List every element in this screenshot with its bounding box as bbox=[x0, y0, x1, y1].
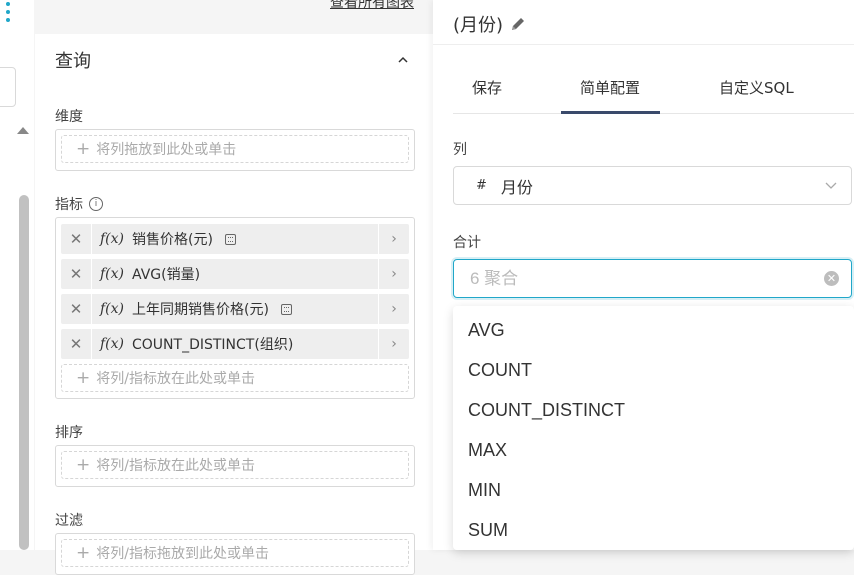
view-all-charts-link[interactable]: 查看所有图表 bbox=[330, 0, 414, 12]
function-icon: f(x) bbox=[100, 266, 125, 282]
sort-placeholder: 将列/指标放在此处或单击 bbox=[96, 458, 255, 474]
column-select[interactable]: # 月份 bbox=[453, 166, 852, 205]
active-tab-indicator bbox=[561, 111, 660, 114]
column-label: 列 bbox=[453, 142, 467, 158]
info-icon[interactable]: i bbox=[89, 197, 103, 211]
filter-zone[interactable]: + 将列/指标拖放到此处或单击 bbox=[55, 533, 415, 575]
pencil-icon[interactable] bbox=[509, 15, 527, 33]
metrics-dropzone[interactable]: + 将列/指标放在此处或单击 bbox=[61, 364, 409, 392]
chevron-right-icon[interactable]: › bbox=[378, 294, 409, 324]
plus-icon: + bbox=[76, 543, 91, 563]
metric-item[interactable]: ✕ f(x) 销售价格(元) › bbox=[61, 224, 409, 254]
plus-icon: + bbox=[76, 139, 91, 159]
metrics-label: 指标 bbox=[55, 197, 83, 213]
metric-label: 销售价格(元) bbox=[132, 232, 213, 248]
metric-item[interactable]: ✕ f(x) 上年同期销售价格(元) › bbox=[61, 294, 409, 324]
divider bbox=[433, 44, 854, 45]
remove-icon[interactable]: ✕ bbox=[61, 224, 92, 254]
popover-title-row[interactable]: (月份) bbox=[453, 11, 527, 37]
filter-placeholder: 将列/指标拖放到此处或单击 bbox=[96, 546, 269, 562]
calculator-icon bbox=[280, 303, 292, 315]
scroll-up-icon[interactable] bbox=[17, 127, 29, 134]
sort-zone[interactable]: + 将列/指标放在此处或单击 bbox=[55, 445, 415, 487]
calculator-icon bbox=[224, 233, 236, 245]
dimensions-placeholder: 将列拖放到此处或单击 bbox=[96, 142, 237, 158]
option-max[interactable]: MAX bbox=[453, 426, 854, 466]
option-avg[interactable]: AVG bbox=[453, 306, 854, 346]
metrics-zone: ✕ f(x) 销售价格(元) › ✕ f(x) AVG(销量) › ✕ f(x)… bbox=[55, 217, 415, 399]
query-title: 查询 bbox=[55, 51, 91, 72]
metrics-placeholder: 将列/指标放在此处或单击 bbox=[96, 371, 255, 387]
dimensions-dropzone[interactable]: + 将列拖放到此处或单击 bbox=[61, 135, 409, 163]
option-count-distinct[interactable]: COUNT_DISTINCT bbox=[453, 386, 854, 426]
hash-icon: # bbox=[476, 178, 487, 193]
popover-arrow bbox=[425, 389, 433, 405]
clear-icon[interactable]: ✕ bbox=[824, 271, 839, 286]
chevron-right-icon[interactable]: › bbox=[378, 259, 409, 289]
dimensions-zone[interactable]: + 将列拖放到此处或单击 bbox=[55, 129, 415, 171]
left-input-edge[interactable] bbox=[0, 67, 16, 107]
aggregate-label: 合计 bbox=[453, 235, 481, 251]
plus-icon: + bbox=[76, 455, 91, 475]
remove-icon[interactable]: ✕ bbox=[61, 329, 92, 359]
chevron-right-icon[interactable]: › bbox=[378, 224, 409, 254]
metric-label: AVG(销量) bbox=[132, 267, 201, 283]
more-vertical-icon[interactable] bbox=[4, 0, 14, 30]
metrics-label-row: 指标 i bbox=[55, 194, 103, 214]
filter-dropzone[interactable]: + 将列/指标拖放到此处或单击 bbox=[61, 539, 409, 567]
function-icon: f(x) bbox=[100, 336, 125, 352]
metric-item[interactable]: ✕ f(x) COUNT_DISTINCT(组织) › bbox=[61, 329, 409, 359]
plus-icon: + bbox=[76, 368, 91, 388]
aggregate-select[interactable]: ✕ bbox=[453, 259, 852, 298]
filter-label: 过滤 bbox=[55, 513, 83, 529]
aggregate-dropdown: AVG COUNT COUNT_DISTINCT MAX MIN SUM bbox=[453, 306, 854, 550]
sort-dropzone[interactable]: + 将列/指标放在此处或单击 bbox=[61, 451, 409, 479]
tab-save[interactable]: 保存 bbox=[472, 77, 502, 98]
sort-label: 排序 bbox=[55, 425, 83, 441]
function-icon: f(x) bbox=[100, 231, 125, 247]
column-value: 月份 bbox=[500, 177, 533, 197]
aggregate-input[interactable] bbox=[468, 267, 792, 290]
chevron-right-icon[interactable]: › bbox=[378, 329, 409, 359]
dimensions-label: 维度 bbox=[55, 109, 83, 125]
scrollbar-thumb[interactable] bbox=[19, 195, 29, 550]
option-min[interactable]: MIN bbox=[453, 466, 854, 506]
metric-item[interactable]: ✕ f(x) AVG(销量) › bbox=[61, 259, 409, 289]
popover-title: (月份) bbox=[453, 15, 504, 36]
option-sum[interactable]: SUM bbox=[453, 506, 854, 546]
metric-label: COUNT_DISTINCT(组织) bbox=[132, 337, 294, 353]
tab-simple-config[interactable]: 简单配置 bbox=[580, 77, 640, 98]
option-count[interactable]: COUNT bbox=[453, 346, 854, 386]
function-icon: f(x) bbox=[100, 301, 125, 317]
remove-icon[interactable]: ✕ bbox=[61, 259, 92, 289]
metric-label: 上年同期销售价格(元) bbox=[132, 302, 269, 318]
chevron-down-icon[interactable] bbox=[825, 182, 837, 190]
remove-icon[interactable]: ✕ bbox=[61, 294, 92, 324]
tab-custom-sql[interactable]: 自定义SQL bbox=[719, 77, 794, 98]
chevron-up-icon[interactable] bbox=[398, 55, 408, 65]
